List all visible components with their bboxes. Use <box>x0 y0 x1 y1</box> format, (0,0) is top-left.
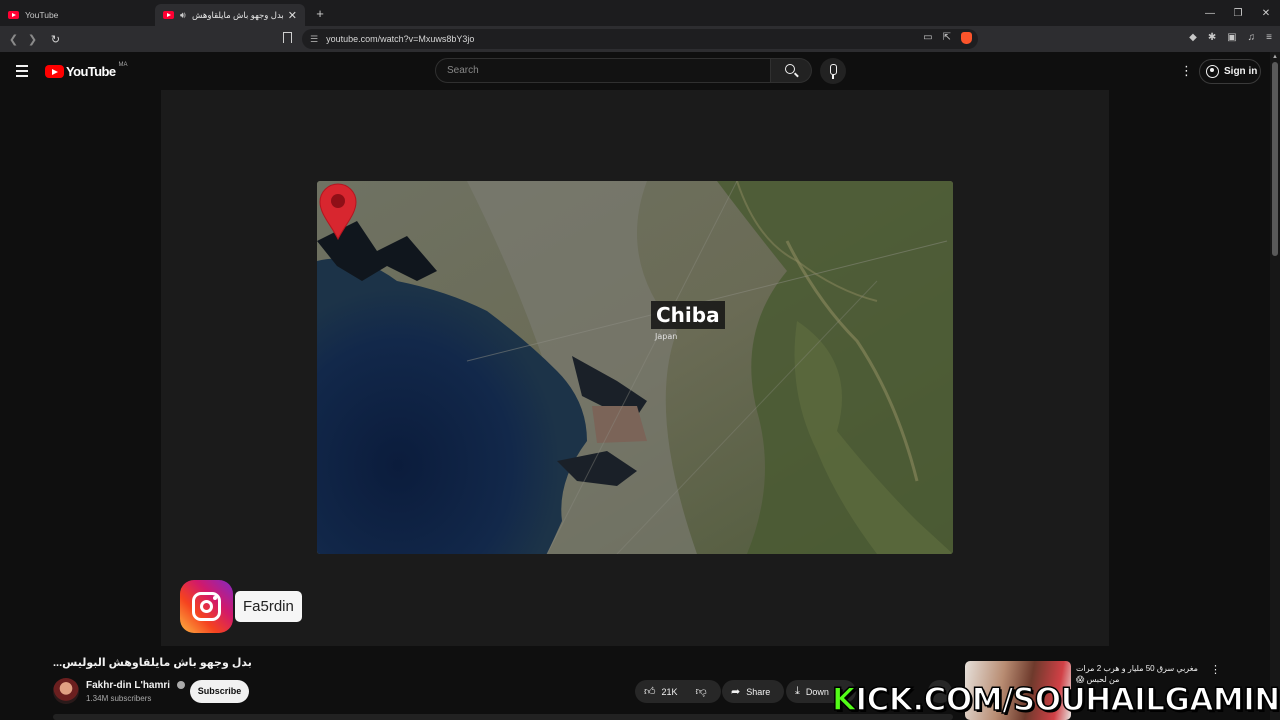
map-location-label: Chiba Japan <box>651 301 725 341</box>
share-page-icon[interactable]: ⇱ <box>943 32 951 44</box>
browser-tab-bar: YouTube 🔊︎ بدل وجهو باش مايلقاوهش البو ✕… <box>0 0 1280 26</box>
sign-in-button[interactable]: Sign in <box>1199 59 1261 84</box>
sign-in-label: Sign in <box>1224 66 1258 77</box>
url-text: youtube.com/watch?v=Mxuws8bY3jo <box>326 34 475 44</box>
city-name: Chiba <box>651 301 725 329</box>
subscriber-count: 1.34M subscribers <box>86 694 152 703</box>
instagram-handle: Fa5rdin <box>235 591 302 622</box>
kick-watermark-overlay: KICK.COM/SOUHAILGAMING <box>831 681 1280 719</box>
satellite-map <box>317 181 953 554</box>
dislike-icon[interactable]: 👎︎ <box>696 685 707 698</box>
description-box-edge <box>53 714 953 720</box>
bookmark-icon[interactable] <box>283 32 292 43</box>
related-video-menu-icon[interactable]: ⋮ <box>1210 663 1221 676</box>
kick-watermark-lead: K <box>831 681 856 719</box>
toolbar-extensions: ◆ ✱ ▣ ♫ ≡ <box>1189 32 1272 43</box>
verified-badge-icon <box>176 681 185 690</box>
new-tab-button[interactable]: + <box>309 6 331 21</box>
voice-search-button[interactable] <box>820 58 846 84</box>
hamburger-menu-icon[interactable] <box>16 65 28 80</box>
user-icon <box>1206 65 1219 78</box>
youtube-logo[interactable]: YouTube MA <box>45 61 128 79</box>
tab-title: بدل وجهو باش مايلقاوهش البو <box>191 9 284 20</box>
download-icon: ⤓ <box>795 685 800 697</box>
share-label: Share <box>746 686 771 697</box>
settings-more-icon[interactable]: ⋮ <box>1180 64 1193 77</box>
subscribe-button[interactable]: Subscribe <box>190 680 249 703</box>
location-pin-icon <box>319 183 357 241</box>
youtube-play-icon <box>45 65 64 78</box>
browser-menu-icon[interactable]: ≡ <box>1266 32 1272 43</box>
map-image <box>317 181 953 554</box>
share-icon: ➦ <box>731 686 741 698</box>
instagram-icon <box>180 580 233 633</box>
youtube-favicon-icon <box>8 11 19 19</box>
maximize-button[interactable]: ❐ <box>1224 8 1252 19</box>
like-count[interactable]: 21K <box>662 687 678 697</box>
video-player[interactable]: Chiba Japan Fa5rdin <box>161 90 1109 646</box>
search-icon <box>785 64 795 74</box>
tab-youtube-home[interactable]: YouTube <box>0 4 155 26</box>
tab-current-video[interactable]: 🔊︎ بدل وجهو باش مايلقاوهش البو ✕ <box>155 4 305 26</box>
close-window-button[interactable]: ✕ <box>1252 8 1280 19</box>
download-label: Down <box>805 686 829 697</box>
channel-name-row[interactable]: Fakhr-din L'hamri <box>86 680 185 691</box>
country-name: Japan <box>655 332 678 341</box>
scroll-up-icon[interactable]: ▲ <box>1272 54 1278 60</box>
search-input[interactable]: Search <box>435 58 771 83</box>
kick-watermark-rest: ICK.COM/SOUHAILGAMING <box>855 681 1280 719</box>
minimize-button[interactable]: — <box>1196 8 1224 19</box>
logo-text: YouTube <box>66 64 116 79</box>
back-button[interactable]: ❮ <box>4 33 23 46</box>
address-bar-icons: ▭ ⇱ <box>923 32 972 44</box>
channel-name[interactable]: Fakhr-din L'hamri <box>86 680 170 691</box>
brave-shields-icon[interactable] <box>961 32 972 44</box>
country-code: MA <box>118 61 128 68</box>
youtube-favicon-icon <box>163 11 174 19</box>
scrollbar-thumb[interactable] <box>1272 62 1278 256</box>
page-scrollbar[interactable]: ▲ <box>1270 52 1280 720</box>
share-button[interactable]: ➦ Share <box>722 680 784 703</box>
channel-avatar[interactable] <box>53 678 79 704</box>
speaker-icon[interactable]: 🔊︎ <box>180 10 186 21</box>
video-title: ...بدل وجهو باش مايلقاوهش البوليس <box>53 657 252 669</box>
wallet-icon[interactable]: ◆ <box>1189 32 1197 43</box>
extensions-icon[interactable]: ✱ <box>1208 32 1216 43</box>
instagram-overlay: Fa5rdin <box>180 580 302 633</box>
forward-button[interactable]: ❯ <box>23 33 42 46</box>
tab-title: YouTube <box>25 10 59 20</box>
cast-icon[interactable]: ▭ <box>923 32 932 44</box>
reload-button[interactable]: ↻ <box>46 33 65 46</box>
sidebar-icon[interactable]: ▣ <box>1227 32 1236 43</box>
youtube-header: YouTube MA Search ⋮ Sign in <box>0 52 1280 90</box>
search-button[interactable] <box>771 58 812 83</box>
site-info-icon[interactable]: ☰ <box>310 34 318 45</box>
browser-toolbar: ❮ ❯ ↻ ☰ youtube.com/watch?v=Mxuws8bY3jo … <box>0 26 1280 52</box>
close-tab-icon[interactable]: ✕ <box>288 9 297 22</box>
media-icon[interactable]: ♫ <box>1248 32 1256 43</box>
address-bar[interactable]: ☰ youtube.com/watch?v=Mxuws8bY3jo ▭ ⇱ <box>302 29 978 49</box>
like-dislike-group: 👍︎ 21K 👎︎ <box>635 680 721 703</box>
like-icon[interactable]: 👍︎ <box>644 685 656 698</box>
window-controls: — ❐ ✕ <box>1196 8 1280 19</box>
